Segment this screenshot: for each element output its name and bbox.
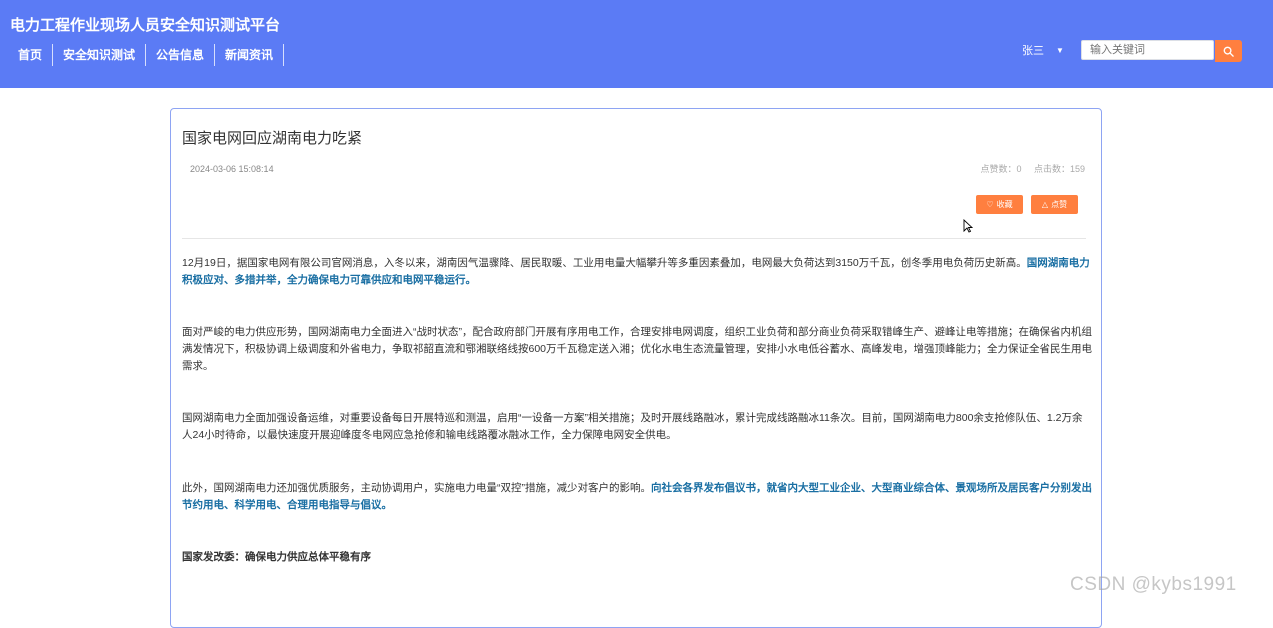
click-count: 点击数：159 xyxy=(1033,164,1085,174)
article-subheading: 国家发改委：确保电力供应总体平稳有序 xyxy=(182,551,371,563)
article-paragraph: 此外，国网湖南电力还加强优质服务，主动协调用户，实施电力电量“双控”措施，减少对… xyxy=(182,480,1092,514)
like-button[interactable]: △ 点赞 xyxy=(1031,195,1078,214)
nav-item-safety-test[interactable]: 安全知识测试 xyxy=(53,44,147,66)
user-menu[interactable]: 张三 ▼ xyxy=(1022,42,1064,58)
watermark: CSDN @kybs1991 xyxy=(1070,574,1237,595)
paragraph-text: 此外，国网湖南电力还加强优质服务，主动协调用户，实施电力电量“双控”措施，减少对… xyxy=(182,482,651,494)
main-nav: 首页 安全知识测试 公告信息 新闻资讯 xyxy=(8,44,285,66)
article-date: 2024-03-06 15:08:14 xyxy=(190,164,274,174)
mouse-cursor-icon xyxy=(963,218,974,238)
like-count: 点赞数：0 xyxy=(980,164,1022,174)
article-stats: 点赞数：0 点击数：159 xyxy=(970,162,1085,175)
chevron-down-icon: ▼ xyxy=(1056,45,1064,55)
search-button[interactable] xyxy=(1215,40,1242,62)
article-title: 国家电网回应湖南电力吃紧 xyxy=(182,130,363,147)
nav-item-announcements[interactable]: 公告信息 xyxy=(146,44,216,66)
paragraph-text: 国网湖南电力全面加强设备运维，对重要设备每日开展特巡和测温，启用“一设备一方案”… xyxy=(182,412,1083,441)
article-paragraph: 12月19日，据国家电网有限公司官网消息，入冬以来，湖南因气温骤降、居民取暖、工… xyxy=(182,255,1092,289)
paragraph-text: 面对严峻的电力供应形势，国网湖南电力全面进入“战时状态”，配合政府部门开展有序用… xyxy=(182,326,1093,372)
favorite-label: 收藏 xyxy=(996,200,1013,209)
thumbs-up-icon: △ xyxy=(1041,200,1049,209)
user-name: 张三 xyxy=(1022,45,1044,57)
top-header: 电力工程作业现场人员安全知识测试平台 首页 安全知识测试 公告信息 新闻资讯 张… xyxy=(0,0,1273,88)
like-label: 点赞 xyxy=(1051,200,1068,209)
favorite-button[interactable]: ♡ 收藏 xyxy=(976,195,1023,214)
article-paragraph: 国网湖南电力全面加强设备运维，对重要设备每日开展特巡和测温，启用“一设备一方案”… xyxy=(182,410,1092,444)
article-card: 国家电网回应湖南电力吃紧 2024-03-06 15:08:14 点赞数：0 点… xyxy=(170,108,1102,628)
divider xyxy=(182,238,1086,239)
nav-item-news[interactable]: 新闻资讯 xyxy=(215,44,285,66)
heart-icon: ♡ xyxy=(986,200,994,209)
search-input[interactable] xyxy=(1081,40,1214,60)
search-icon xyxy=(1223,46,1234,57)
site-title: 电力工程作业现场人员安全知识测试平台 xyxy=(10,17,281,34)
article-paragraph: 面对严峻的电力供应形势，国网湖南电力全面进入“战时状态”，配合政府部门开展有序用… xyxy=(182,324,1092,375)
paragraph-text: 12月19日，据国家电网有限公司官网消息，入冬以来，湖南因气温骤降、居民取暖、工… xyxy=(182,257,1027,269)
nav-item-home[interactable]: 首页 xyxy=(8,44,54,66)
